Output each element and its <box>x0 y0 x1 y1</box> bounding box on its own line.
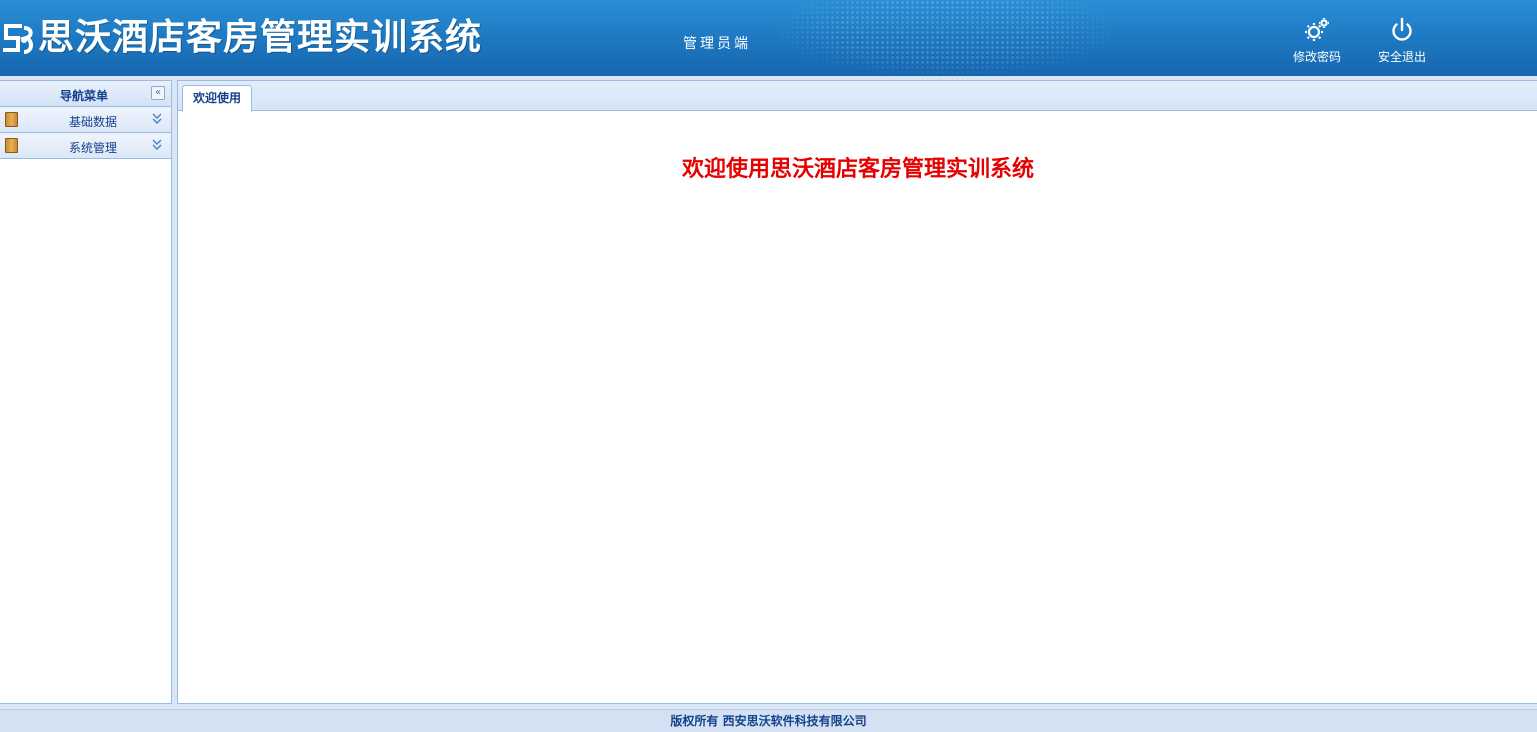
tab-strip: 欢迎使用 <box>178 81 1537 112</box>
logo-mark <box>3 24 33 54</box>
power-icon <box>1392 17 1412 41</box>
app-header: 思沃酒店客房管理实训系统 管理员端 修改密码 安全退出 <box>0 0 1537 76</box>
world-map-decoration <box>780 0 1110 76</box>
double-chevron-down-icon <box>152 113 162 124</box>
sidebar-collapse-button[interactable]: « <box>151 86 165 100</box>
main-content: 欢迎使用 欢迎使用思沃酒店客房管理实训系统 <box>177 80 1537 704</box>
double-chevron-down-icon <box>152 139 162 150</box>
nav-group-basic-data[interactable]: 基础数据 <box>0 107 171 133</box>
nav-group-system-management[interactable]: 系统管理 <box>0 133 171 159</box>
navigation-sidebar: 导航菜单 « 基础数据 系统管理 <box>0 80 172 704</box>
double-chevron-left-icon: « <box>154 87 162 98</box>
welcome-message: 欢迎使用思沃酒店客房管理实训系统 <box>681 157 1034 182</box>
tab-welcome[interactable]: 欢迎使用 <box>182 85 253 112</box>
sidebar-header: 导航菜单 « <box>0 81 171 107</box>
sidebar-title: 导航菜单 <box>59 89 108 103</box>
change-password-label: 修改密码 <box>1292 50 1341 64</box>
logout-button[interactable]: 安全退出 <box>1367 14 1437 66</box>
change-password-button[interactable]: 修改密码 <box>1282 14 1352 66</box>
footer-copyright: 版权所有 西安思沃软件科技有限公司 <box>0 709 1537 732</box>
logout-label: 安全退出 <box>1377 50 1426 64</box>
gear-icon <box>1305 18 1329 41</box>
app-title: 思沃酒店客房管理实训系统 <box>38 17 483 58</box>
role-label: 管理员端 <box>683 36 751 52</box>
